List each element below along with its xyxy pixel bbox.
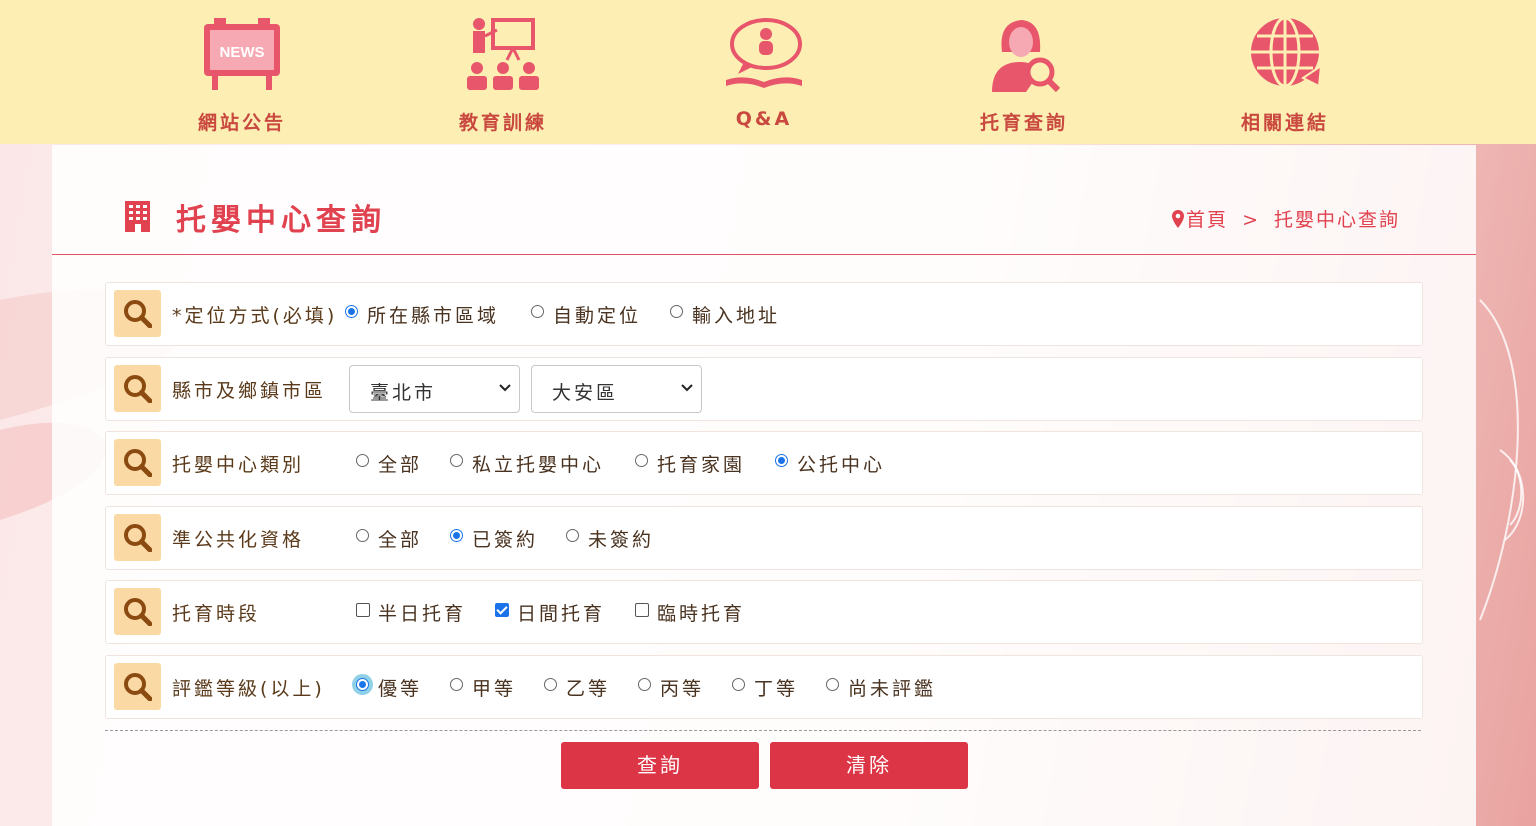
qualification-radio-all[interactable]	[356, 529, 369, 542]
care-period-option-temporary[interactable]: 臨時托育	[657, 599, 745, 626]
breadcrumb: 首頁 > 托嬰中心查詢	[1172, 205, 1400, 232]
rating-radio-b[interactable]	[544, 678, 557, 691]
page-title: 托嬰中心查詢	[176, 203, 386, 238]
rating-radio-unrated[interactable]	[826, 678, 839, 691]
main-panel: 托嬰中心查詢 首頁 > 托嬰中心查詢 *定位方式(必填) 所在縣市區域 自動定位 輸…	[52, 145, 1476, 826]
rating-option-c[interactable]: 丙等	[660, 674, 704, 701]
nav-label: 相關連結	[1240, 112, 1329, 134]
nav-label: 教育訓練	[458, 112, 547, 134]
city-select-value: 臺北市	[370, 382, 437, 404]
rating-radio-excellent[interactable]	[356, 678, 369, 691]
center-type-label: 托嬰中心類別	[172, 454, 305, 476]
breadcrumb-home[interactable]: 首頁	[1186, 209, 1228, 231]
city-select[interactable]: 臺北市	[349, 365, 520, 413]
rating-option-unrated[interactable]: 尚未評鑑	[848, 674, 936, 701]
nav-item-links[interactable]: 相關連結	[1185, 0, 1385, 144]
rating-option-excellent[interactable]: 優等	[378, 674, 422, 701]
nav-item-care-search[interactable]: 托育查詢	[924, 0, 1124, 144]
rating-label: 評鑑等級(以上)	[172, 678, 325, 700]
chevron-down-icon	[681, 384, 693, 392]
location-radio-region[interactable]	[345, 305, 358, 318]
person-magnifier-icon	[992, 20, 1061, 92]
qualification-radio-signed[interactable]	[450, 529, 463, 542]
breadcrumb-separator: >	[1242, 209, 1260, 231]
center-type-row: 托嬰中心類別 全部 私立托嬰中心 托育家園 公托中心	[105, 431, 1423, 495]
rating-option-b[interactable]: 乙等	[566, 674, 610, 701]
news-board-icon: NEWS	[204, 18, 280, 90]
svg-text:NEWS: NEWS	[220, 44, 265, 61]
rating-radio-d[interactable]	[732, 678, 745, 691]
center-type-radio-public[interactable]	[775, 454, 788, 467]
qualification-option-unsigned[interactable]: 未簽約	[588, 525, 654, 552]
rating-option-d[interactable]: 丁等	[754, 674, 798, 701]
center-type-option-public[interactable]: 公托中心	[797, 450, 885, 477]
care-period-checkbox-half-day[interactable]	[356, 603, 370, 617]
globe-link-icon	[1251, 16, 1323, 88]
location-radio-auto[interactable]	[531, 305, 544, 318]
care-period-checkbox-day[interactable]	[495, 603, 509, 617]
center-type-option-home[interactable]: 托育家園	[657, 450, 745, 477]
clear-button[interactable]: 清除	[770, 742, 968, 789]
location-radio-address[interactable]	[670, 305, 683, 318]
care-period-checkbox-temporary[interactable]	[635, 603, 649, 617]
chevron-down-icon	[499, 384, 511, 392]
district-select[interactable]: 大安區	[531, 365, 702, 413]
breadcrumb-current: 托嬰中心查詢	[1273, 209, 1400, 231]
qualification-radio-unsigned[interactable]	[566, 529, 579, 542]
title-divider	[52, 254, 1476, 255]
top-navigation: NEWS 網站公告 教育訓練 Q&A 托育查詢 相關連結	[0, 0, 1536, 144]
rating-radio-a[interactable]	[450, 678, 463, 691]
nav-item-training[interactable]: 教育訓練	[403, 0, 603, 144]
search-icon	[114, 290, 161, 337]
center-type-option-private[interactable]: 私立托嬰中心	[472, 450, 604, 477]
public-qualification-row: 準公共化資格 全部 已簽約 未簽約	[105, 506, 1423, 570]
region-label: 縣市及鄉鎮市區	[172, 380, 327, 402]
center-type-option-all[interactable]: 全部	[378, 450, 422, 477]
center-type-radio-private[interactable]	[450, 454, 463, 467]
nav-label: 托育查詢	[979, 112, 1068, 134]
qualification-option-signed[interactable]: 已簽約	[472, 525, 538, 552]
form-divider	[105, 730, 1421, 731]
baby-speech-bubble-icon	[726, 18, 802, 88]
building-icon	[125, 201, 150, 232]
location-method-row: *定位方式(必填) 所在縣市區域 自動定位 輸入地址	[105, 282, 1423, 346]
center-type-radio-all[interactable]	[356, 454, 369, 467]
nav-item-qa[interactable]: Q&A	[664, 0, 864, 144]
center-type-radio-home[interactable]	[635, 454, 648, 467]
nav-label: 網站公告	[197, 112, 286, 134]
search-icon	[114, 588, 161, 635]
presentation-classroom-icon	[467, 18, 539, 90]
rating-radio-c[interactable]	[638, 678, 651, 691]
nav-item-announcements[interactable]: NEWS 網站公告	[142, 0, 342, 144]
location-option-region[interactable]: 所在縣市區域	[367, 301, 499, 328]
rating-option-a[interactable]: 甲等	[472, 674, 516, 701]
care-period-option-half-day[interactable]: 半日托育	[378, 599, 466, 626]
rating-row: 評鑑等級(以上) 優等 甲等 乙等 丙等 丁等 尚未評鑑	[105, 655, 1423, 719]
search-icon	[114, 365, 161, 412]
search-icon	[114, 439, 161, 486]
care-period-row: 托育時段 半日托育 日間托育 臨時托育	[105, 580, 1423, 644]
search-icon	[114, 663, 161, 710]
location-method-label: *定位方式(必填)	[172, 305, 338, 327]
location-option-address[interactable]: 輸入地址	[692, 301, 780, 328]
public-qualification-label: 準公共化資格	[172, 529, 305, 551]
map-pin-icon	[1172, 210, 1185, 228]
care-period-option-day[interactable]: 日間托育	[517, 599, 605, 626]
care-period-label: 托育時段	[172, 603, 261, 625]
district-select-value: 大安區	[552, 382, 619, 404]
search-icon	[114, 514, 161, 561]
nav-label: Q&A	[735, 108, 793, 130]
search-button[interactable]: 查詢	[561, 742, 759, 789]
qualification-option-all[interactable]: 全部	[378, 525, 422, 552]
region-row: 縣市及鄉鎮市區 臺北市 大安區	[105, 357, 1423, 421]
location-option-auto[interactable]: 自動定位	[553, 301, 641, 328]
